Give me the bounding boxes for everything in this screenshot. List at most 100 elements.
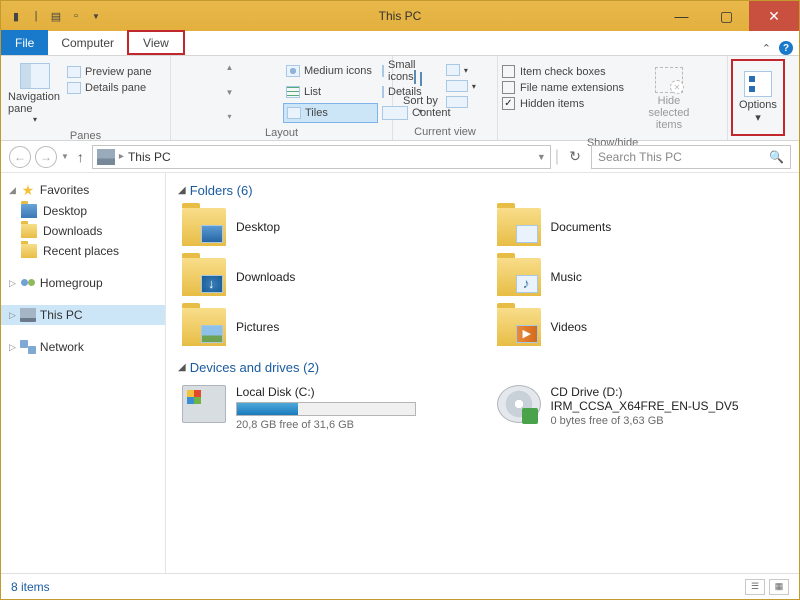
search-icon: 🔍	[769, 150, 784, 164]
drive-free-space: 20,8 GB free of 31,6 GB	[236, 419, 416, 431]
sidebar-item-downloads[interactable]: Downloads	[1, 221, 165, 241]
checkbox-checked-icon: ✓	[502, 97, 515, 110]
collapse-ribbon-icon[interactable]: ⌃	[762, 42, 771, 55]
sidebar-network[interactable]: ▷ Network	[1, 337, 165, 357]
sidebar-favorites[interactable]: ◢ ★ Favorites	[1, 179, 165, 201]
ribbon-group-panes: Navigation pane ▾ Preview pane Details p…	[1, 56, 171, 140]
group-by-button[interactable]: ▾	[444, 63, 478, 77]
options-button[interactable]: Options ▾	[731, 59, 785, 136]
large-icons-view-button[interactable]: ▦	[769, 579, 789, 595]
layout-small-icons[interactable]: Small icons	[379, 61, 393, 81]
expand-icon: ▷	[9, 342, 16, 353]
tiles-icon	[287, 107, 301, 119]
qat-dropdown-icon[interactable]: ▼	[87, 7, 105, 25]
hard-drive-icon	[182, 385, 226, 423]
current-view-group-label: Current view	[397, 124, 493, 140]
file-tab[interactable]: File	[1, 30, 48, 55]
app-icon[interactable]: ▮	[7, 7, 25, 25]
details-pane-icon	[67, 82, 81, 94]
address-bar[interactable]: ▸ This PC ▼	[92, 145, 551, 169]
folder-tile-videos[interactable]: Videos	[493, 304, 788, 350]
hide-selected-icon	[655, 67, 683, 93]
size-columns-icon	[446, 96, 468, 108]
this-pc-icon	[97, 149, 115, 165]
drive-tile-cd-drive[interactable]: CD Drive (D:) IRM_CCSA_X64FRE_EN-US_DV5 …	[493, 381, 788, 435]
layout-list[interactable]: List	[283, 82, 378, 102]
drive-name: Local Disk (C:)	[236, 385, 416, 399]
drive-name: CD Drive (D:)	[551, 385, 739, 399]
sort-icon	[406, 67, 434, 93]
quick-access-toolbar: ▮ | ▤ ▫ ▼	[1, 7, 105, 25]
item-checkboxes-toggle[interactable]: Item check boxes	[502, 65, 624, 78]
sort-by-button[interactable]: Sort by ▾	[397, 59, 444, 124]
collapse-icon: ◢	[178, 185, 186, 196]
details-view-button[interactable]: ☰	[745, 579, 765, 595]
navigation-pane-button[interactable]: Navigation pane ▾	[5, 59, 65, 128]
breadcrumb-chevron-icon: ▸	[119, 151, 124, 162]
folder-tile-music[interactable]: Music	[493, 254, 788, 300]
hide-selected-button[interactable]: Hide selected items	[632, 63, 706, 135]
layout-medium-icons[interactable]: Medium icons	[283, 61, 378, 81]
maximize-button[interactable]: ▢	[704, 1, 749, 31]
forward-button[interactable]: →	[35, 146, 57, 168]
folder-tile-documents[interactable]: Documents	[493, 204, 788, 250]
refresh-button[interactable]: ↻	[563, 148, 587, 165]
breadcrumb-location[interactable]: This PC	[128, 150, 171, 164]
sidebar-item-recent[interactable]: Recent places	[1, 241, 165, 261]
ribbon-tabs: File Computer View ⌃ ?	[1, 31, 799, 56]
layout-content[interactable]: Content	[379, 103, 393, 123]
folder-tile-downloads[interactable]: Downloads	[178, 254, 473, 300]
sidebar-item-desktop[interactable]: Desktop	[1, 201, 165, 221]
folder-tile-desktop[interactable]: Desktop	[178, 204, 473, 250]
small-icons-icon	[382, 65, 384, 77]
help-icon[interactable]: ?	[779, 41, 793, 55]
homegroup-icon	[20, 276, 36, 290]
group-by-icon	[446, 64, 460, 76]
address-dropdown-icon[interactable]: ▼	[537, 152, 546, 162]
layout-scroll[interactable]: ▲▼▾	[177, 61, 282, 123]
layout-tiles[interactable]: Tiles	[283, 103, 378, 123]
drive-tile-local-disk[interactable]: Local Disk (C:) 20,8 GB free of 31,6 GB	[178, 381, 473, 435]
size-columns-button[interactable]	[444, 95, 478, 109]
add-columns-icon	[446, 80, 468, 92]
drives-section-header[interactable]: ◢ Devices and drives (2)	[178, 360, 787, 375]
window-controls: — ▢ ✕	[659, 1, 799, 31]
disk-usage-bar	[236, 402, 416, 416]
new-folder-icon[interactable]: ▫	[67, 7, 85, 25]
star-icon: ★	[20, 182, 36, 198]
panes-group-label: Panes	[5, 128, 166, 144]
tab-view[interactable]: View	[127, 30, 185, 55]
sidebar-this-pc[interactable]: ▷ This PC	[1, 305, 165, 325]
options-icon	[744, 71, 772, 97]
ribbon-group-current-view: Sort by ▾ ▾ ▾ Current view	[393, 56, 498, 140]
search-input[interactable]: Search This PC 🔍	[591, 145, 791, 169]
details-pane-button[interactable]: Details pane	[65, 81, 154, 95]
back-button[interactable]: ←	[9, 146, 31, 168]
sort-by-label: Sort by	[403, 95, 438, 107]
cd-drive-icon	[497, 385, 541, 423]
details-pane-label: Details pane	[85, 82, 146, 94]
properties-icon[interactable]: ▤	[47, 7, 65, 25]
explorer-body: ◢ ★ Favorites Desktop Downloads Recent p…	[1, 173, 799, 573]
minimize-button[interactable]: —	[659, 1, 704, 31]
folders-section-header[interactable]: ◢ Folders (6)	[178, 183, 787, 198]
preview-pane-button[interactable]: Preview pane	[65, 65, 154, 79]
drive-volume-label: IRM_CCSA_X64FRE_EN-US_DV5	[551, 399, 739, 413]
hidden-items-toggle[interactable]: ✓ Hidden items	[502, 97, 624, 110]
layout-details[interactable]: Details	[379, 82, 393, 102]
up-button[interactable]: ↑	[73, 149, 88, 165]
file-extensions-toggle[interactable]: File name extensions	[502, 81, 624, 94]
sidebar-homegroup[interactable]: ▷ Homegroup	[1, 273, 165, 293]
folder-tile-pictures[interactable]: Pictures	[178, 304, 473, 350]
search-placeholder: Search This PC	[598, 150, 682, 164]
navigation-sidebar: ◢ ★ Favorites Desktop Downloads Recent p…	[1, 173, 166, 573]
add-columns-button[interactable]: ▾	[444, 79, 478, 93]
navigation-pane-icon	[20, 63, 50, 89]
close-button[interactable]: ✕	[749, 1, 799, 31]
folder-icon	[182, 308, 226, 346]
tab-computer[interactable]: Computer	[48, 30, 127, 55]
layout-group-label: Layout	[175, 125, 388, 141]
recent-dropdown-icon[interactable]: ▼	[61, 152, 69, 161]
ribbon-group-options: Options ▾	[728, 56, 788, 140]
ribbon-group-show-hide: Item check boxes File name extensions ✓ …	[498, 56, 728, 140]
